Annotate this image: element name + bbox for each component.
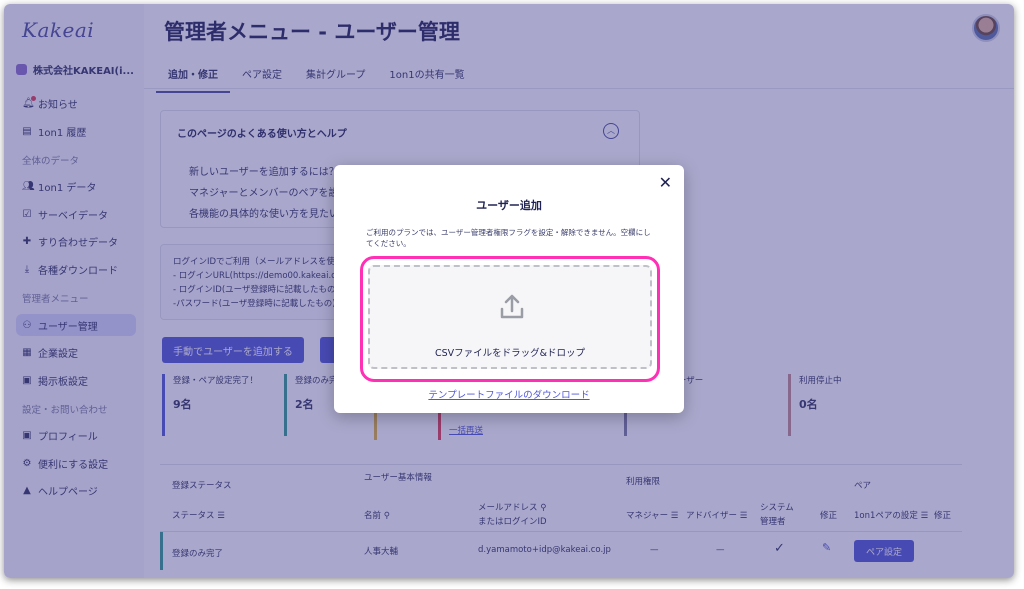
drop-zone-label: CSVファイルをドラッグ&ドロップ [434, 348, 586, 359]
upload-icon [500, 294, 524, 319]
close-icon[interactable]: ✕ [659, 173, 672, 192]
add-user-modal: ✕ ユーザー追加 ご利用のプランでは、ユーザー管理者権限フラグを設定・解除できま… [334, 165, 684, 413]
template-download-link[interactable]: テンプレートファイルのダウンロード [334, 387, 684, 401]
modal-note: ご利用のプランでは、ユーザー管理者権限フラグを設定・解除できません。空欄にしてく… [366, 228, 651, 248]
modal-title: ユーザー追加 [476, 199, 542, 212]
csv-drop-zone[interactable]: CSVファイルをドラッグ&ドロップ [368, 265, 652, 369]
app-window: Kakeai 株式会社KAKEAI(i... ⌃ 🔔︎ お知らせ ▤ 1on1 … [4, 4, 1014, 578]
